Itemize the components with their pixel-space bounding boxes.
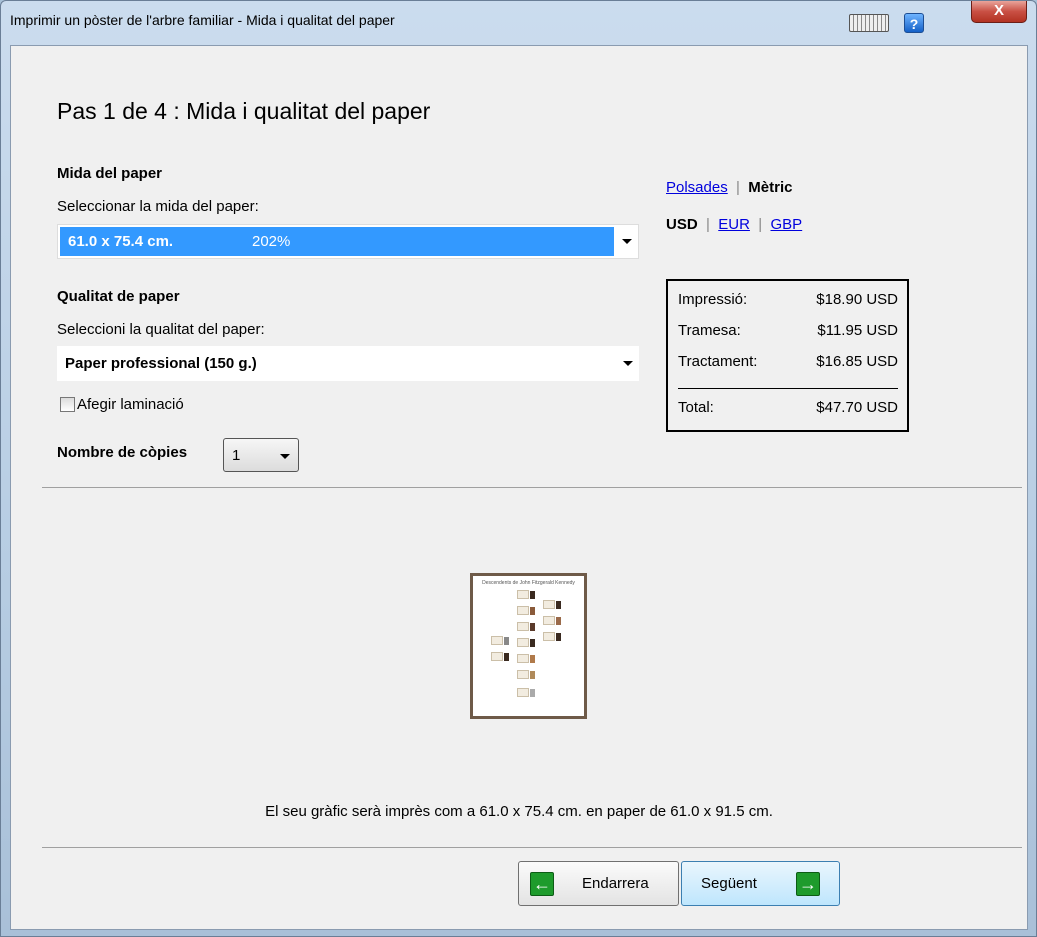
poster-photo [530,671,535,679]
back-button[interactable]: ← Endarrera [518,861,679,906]
next-button-label: Següent [701,875,757,892]
poster-photo [556,617,561,625]
currency-usd-active: USD [666,216,698,233]
poster-card [491,636,503,645]
title-bar[interactable]: Imprimir un pòster de l'arbre familiar -… [1,1,1036,35]
arrow-right-icon: → [796,872,820,896]
poster-photo [504,637,509,645]
dialog-content: Pas 1 de 4 : Mida i qualitat del paper M… [10,45,1028,930]
poster-photo [530,639,535,647]
separator: | [731,179,745,196]
poster-photo [556,633,561,641]
poster-preview: Descendents de John Fitzgerald Kennedy [470,573,587,719]
poster-card [491,652,503,661]
price-label: Tramesa: [678,322,741,339]
poster-photo [530,591,535,599]
paper-size-value: 61.0 x 75.4 cm. [68,233,174,250]
units-switch: Polsades | Mètric [666,179,792,196]
paper-size-percent: 202% [252,233,291,250]
price-divider [678,388,898,389]
poster-card [517,590,529,599]
next-button[interactable]: Següent → [681,861,840,906]
price-row: Impressió: $18.90 USD [678,291,898,311]
separator: | [701,216,715,233]
poster-card [517,654,529,663]
units-metric-active: Mètric [748,179,793,196]
poster-photo [530,607,535,615]
chevron-down-icon[interactable] [623,361,633,366]
currency-switch: USD | EUR | GBP [666,216,802,233]
paper-quality-select[interactable]: Paper professional (150 g.) [57,346,639,381]
divider [42,487,1022,488]
back-button-label: Endarrera [582,875,649,892]
page-title: Pas 1 de 4 : Mida i qualitat del paper [57,98,431,124]
separator: | [754,216,767,233]
poster-title: Descendents de John Fitzgerald Kennedy [482,580,575,586]
price-row: Tramesa: $11.95 USD [678,322,898,342]
paper-size-select[interactable]: 61.0 x 75.4 cm. 202% [57,224,639,259]
poster-photo [530,623,535,631]
price-value: $18.90 USD [816,291,898,308]
poster-card [517,606,529,615]
paper-size-section-label: Mida del paper [57,165,163,182]
poster-card [543,600,555,609]
currency-gbp-link[interactable]: GBP [771,216,803,233]
print-summary-text: El seu gràfic serà imprès com a 61.0 x 7… [265,803,773,820]
keyboard-icon[interactable] [849,14,889,32]
price-row: Tractament: $16.85 USD [678,353,898,373]
chevron-down-icon[interactable] [280,454,290,459]
paper-size-prompt: Seleccionar la mida del paper: [57,198,259,215]
price-label: Impressió: [678,291,748,308]
poster-card [517,638,529,647]
arrow-left-icon: ← [530,872,554,896]
copies-value: 1 [232,447,241,464]
laminate-checkbox[interactable] [60,397,75,412]
total-value: $47.70 USD [816,399,898,416]
poster-photo [504,653,509,661]
poster-photo [556,601,561,609]
units-imperial-link[interactable]: Polsades [666,179,728,196]
paper-quality-prompt: Seleccioni la qualitat del paper: [57,321,265,338]
total-label: Total: [678,399,714,416]
price-value: $16.85 USD [816,353,898,370]
paper-quality-value: Paper professional (150 g.) [65,355,257,372]
poster-card [517,688,529,697]
poster-card [517,622,529,631]
poster-card [543,616,555,625]
poster-photo [530,689,535,697]
copies-label: Nombre de còpies [57,444,188,461]
price-value: $11.95 USD [817,322,898,339]
price-summary: Impressió: $18.90 USD Tramesa: $11.95 US… [666,279,909,432]
paper-size-selected-highlight: 61.0 x 75.4 cm. 202% [60,227,614,256]
copies-select[interactable]: 1 [223,438,299,472]
dialog-window: Imprimir un pòster de l'arbre familiar -… [0,0,1037,937]
paper-quality-section-label: Qualitat de paper [57,288,180,305]
window-title: Imprimir un pòster de l'arbre familiar -… [10,12,395,28]
close-button[interactable]: X [971,1,1027,23]
price-total-row: Total: $47.70 USD [678,399,898,419]
poster-card [543,632,555,641]
poster-card [517,670,529,679]
divider [42,847,1022,848]
laminate-label[interactable]: Afegir laminació [77,396,184,413]
poster-photo [530,655,535,663]
help-icon[interactable]: ? [904,13,924,33]
price-label: Tractament: [678,353,758,370]
currency-eur-link[interactable]: EUR [718,216,750,233]
chevron-down-icon[interactable] [622,239,632,244]
